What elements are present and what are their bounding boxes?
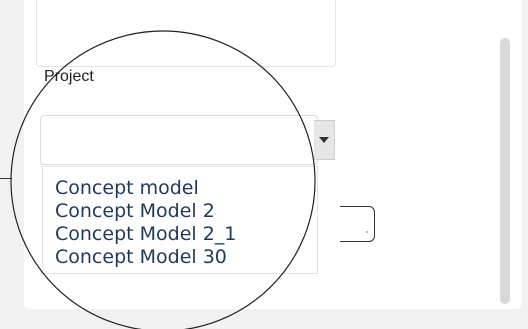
dropdown-option[interactable]: Concept model	[55, 177, 199, 199]
dropdown-option[interactable]: Concept Model 30	[55, 246, 227, 268]
scrollbar-thumb[interactable]	[500, 38, 510, 304]
callout-connector-line	[0, 178, 12, 179]
chevron-down-icon	[319, 137, 329, 143]
select-dropdown-button[interactable]	[314, 120, 335, 160]
project-dropdown-list: Concept model Concept Model 2 Concept Mo…	[42, 166, 318, 274]
dropdown-option[interactable]: Concept Model 2_1	[55, 223, 236, 245]
dropdown-option[interactable]: Concept Model 2	[55, 200, 215, 222]
adjacent-input-field[interactable]	[340, 206, 375, 242]
notes-textarea[interactable]	[36, 0, 336, 67]
project-label: Project	[44, 68, 94, 85]
project-select[interactable]	[40, 115, 318, 165]
resize-handle-icon	[366, 231, 368, 233]
